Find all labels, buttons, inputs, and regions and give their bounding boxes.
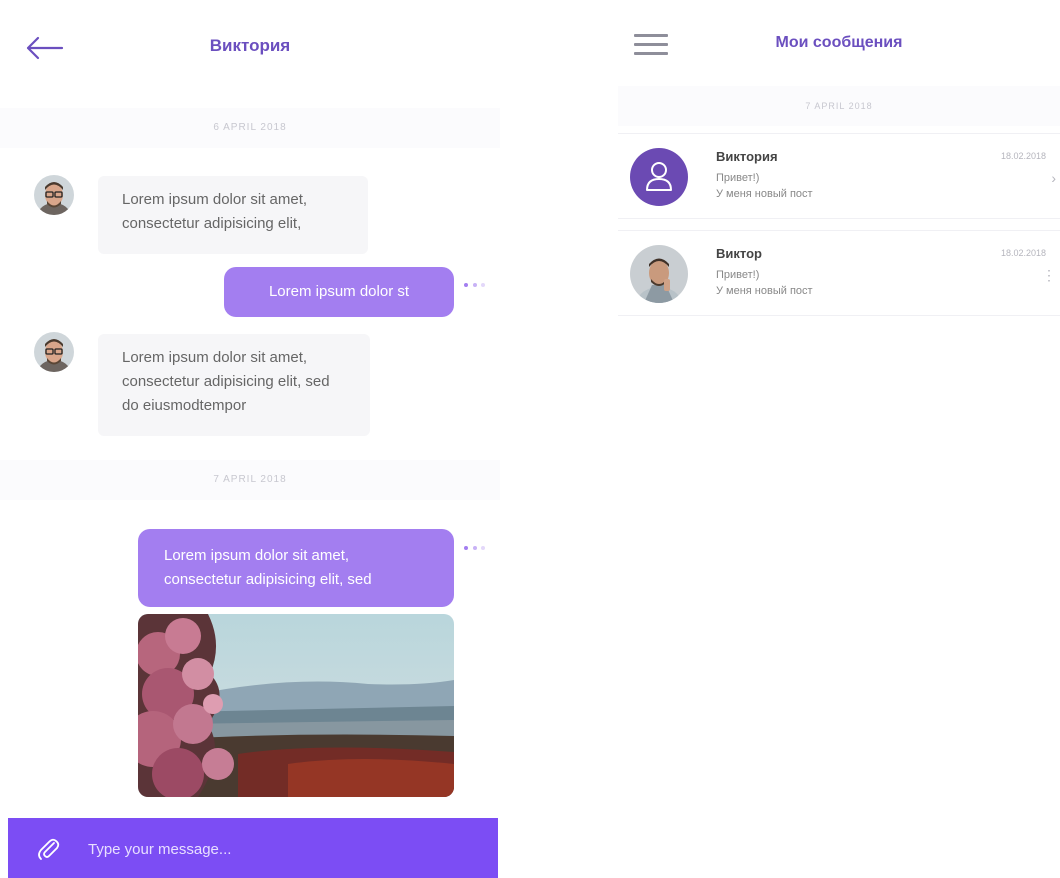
avatar-photo xyxy=(34,332,74,372)
timestamp: 18.02.2018 xyxy=(1000,248,1046,258)
timestamp: 18.02.2018 xyxy=(1000,151,1046,161)
avatar-photo xyxy=(34,175,74,215)
message-incoming: Lorem ipsum dolor sit amet, consectetur … xyxy=(98,176,368,254)
messages-screen: Мои сообщения 7 APRIL 2018 Виктория Прив… xyxy=(618,0,1060,878)
avatar xyxy=(630,245,688,303)
message-input[interactable] xyxy=(88,836,468,862)
avatar[interactable] xyxy=(34,175,74,215)
page-title: Мои сообщения xyxy=(775,34,903,51)
message-preview: У меня новый пост xyxy=(716,285,813,295)
chat-screen: Виктория 6 APRIL 2018 Lorem ipsum dolor … xyxy=(0,0,500,878)
avatar[interactable] xyxy=(34,332,74,372)
message-composer xyxy=(8,818,498,878)
date-separator: 6 APRIL 2018 xyxy=(0,108,500,148)
chevron-right-icon: ⋮ xyxy=(1042,267,1056,283)
attachment-icon[interactable] xyxy=(36,836,62,862)
image-attachment[interactable] xyxy=(138,614,454,797)
contact-name: Виктория xyxy=(716,149,778,164)
chat-title: Виктория xyxy=(209,36,291,55)
message-preview: У меня новый пост xyxy=(716,188,813,198)
date-separator: 7 APRIL 2018 xyxy=(618,86,1060,126)
contact-name: Виктор xyxy=(716,246,762,261)
date-separator: 7 APRIL 2018 xyxy=(0,460,500,500)
avatar-photo xyxy=(630,245,688,303)
landscape-photo xyxy=(138,614,454,797)
message-incoming: Lorem ipsum dolor sit amet, consectetur … xyxy=(98,334,370,436)
user-icon xyxy=(646,162,672,191)
message-outgoing: Lorem ipsum dolor sit amet, consectetur … xyxy=(138,529,454,607)
message-outgoing: Lorem ipsum dolor st xyxy=(224,267,454,317)
more-icon[interactable] xyxy=(464,281,490,289)
more-icon[interactable] xyxy=(464,544,490,552)
conversation-item[interactable]: Виктор Привет!) У меня новый пост 18.02.… xyxy=(618,230,1060,316)
message-preview: Привет!) xyxy=(716,172,760,184)
avatar xyxy=(630,148,688,206)
conversation-item[interactable]: Виктория Привет!) У меня новый пост 18.0… xyxy=(618,133,1060,219)
chevron-right-icon: › xyxy=(1051,170,1056,186)
message-preview: Привет!) xyxy=(716,269,760,281)
